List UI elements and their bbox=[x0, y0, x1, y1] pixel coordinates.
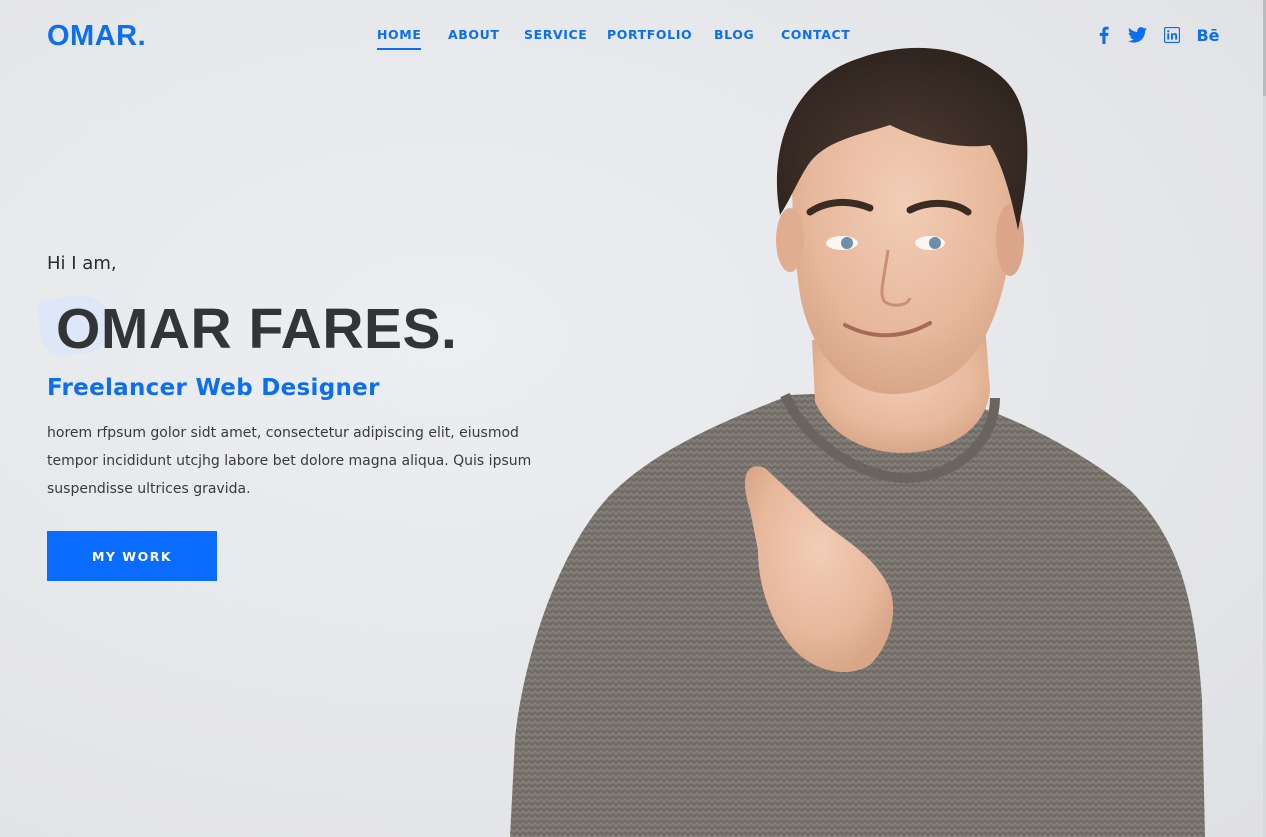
site-logo[interactable]: OMAR. bbox=[47, 20, 146, 53]
hero-bio: horem rfpsum golor sidt amet, consectetu… bbox=[47, 425, 532, 497]
hero-role: Freelancer Web Designer bbox=[47, 375, 380, 401]
nav-home[interactable]: HOME bbox=[377, 27, 422, 50]
hero-name: OMAR FARES. bbox=[56, 297, 458, 361]
hero-portrait-image bbox=[510, 47, 1205, 837]
my-work-button[interactable]: MY WORK bbox=[47, 531, 217, 581]
hero-greeting: Hi I am, bbox=[47, 253, 117, 274]
